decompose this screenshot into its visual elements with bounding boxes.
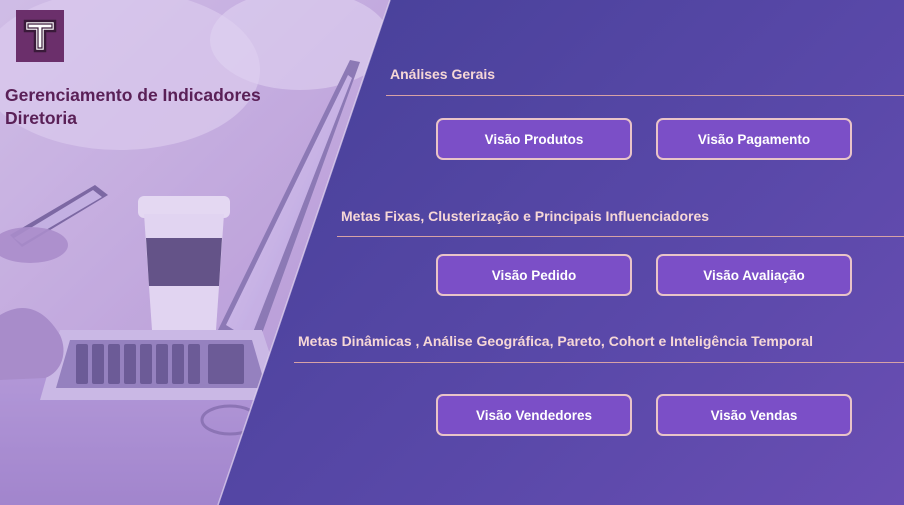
section-divider: [386, 95, 904, 96]
visao-vendas-button[interactable]: Visão Vendas: [656, 394, 852, 436]
letter-t-logo-icon: [23, 19, 57, 53]
section-title-metas-fixas: Metas Fixas, Clusterização e Principais …: [341, 208, 710, 224]
section-divider: [337, 236, 904, 237]
app-title: Gerenciamento de Indicadores Diretoria: [5, 84, 261, 130]
visao-produtos-button[interactable]: Visão Produtos: [436, 118, 632, 160]
visao-vendedores-button[interactable]: Visão Vendedores: [436, 394, 632, 436]
section-title-metas-dinamicas: Metas Dinâmicas , Análise Geográfica, Pa…: [298, 333, 814, 349]
logo: [16, 10, 64, 62]
visao-pedido-button[interactable]: Visão Pedido: [436, 254, 632, 296]
section-title-analises-gerais: Análises Gerais: [390, 66, 496, 82]
app-title-line2: Diretoria: [5, 108, 77, 128]
section-divider: [294, 362, 904, 363]
visao-avaliacao-button[interactable]: Visão Avaliação: [656, 254, 852, 296]
home-page: Gerenciamento de Indicadores Diretoria A…: [0, 0, 904, 505]
visao-pagamento-button[interactable]: Visão Pagamento: [656, 118, 852, 160]
app-title-line1: Gerenciamento de Indicadores: [5, 85, 261, 105]
